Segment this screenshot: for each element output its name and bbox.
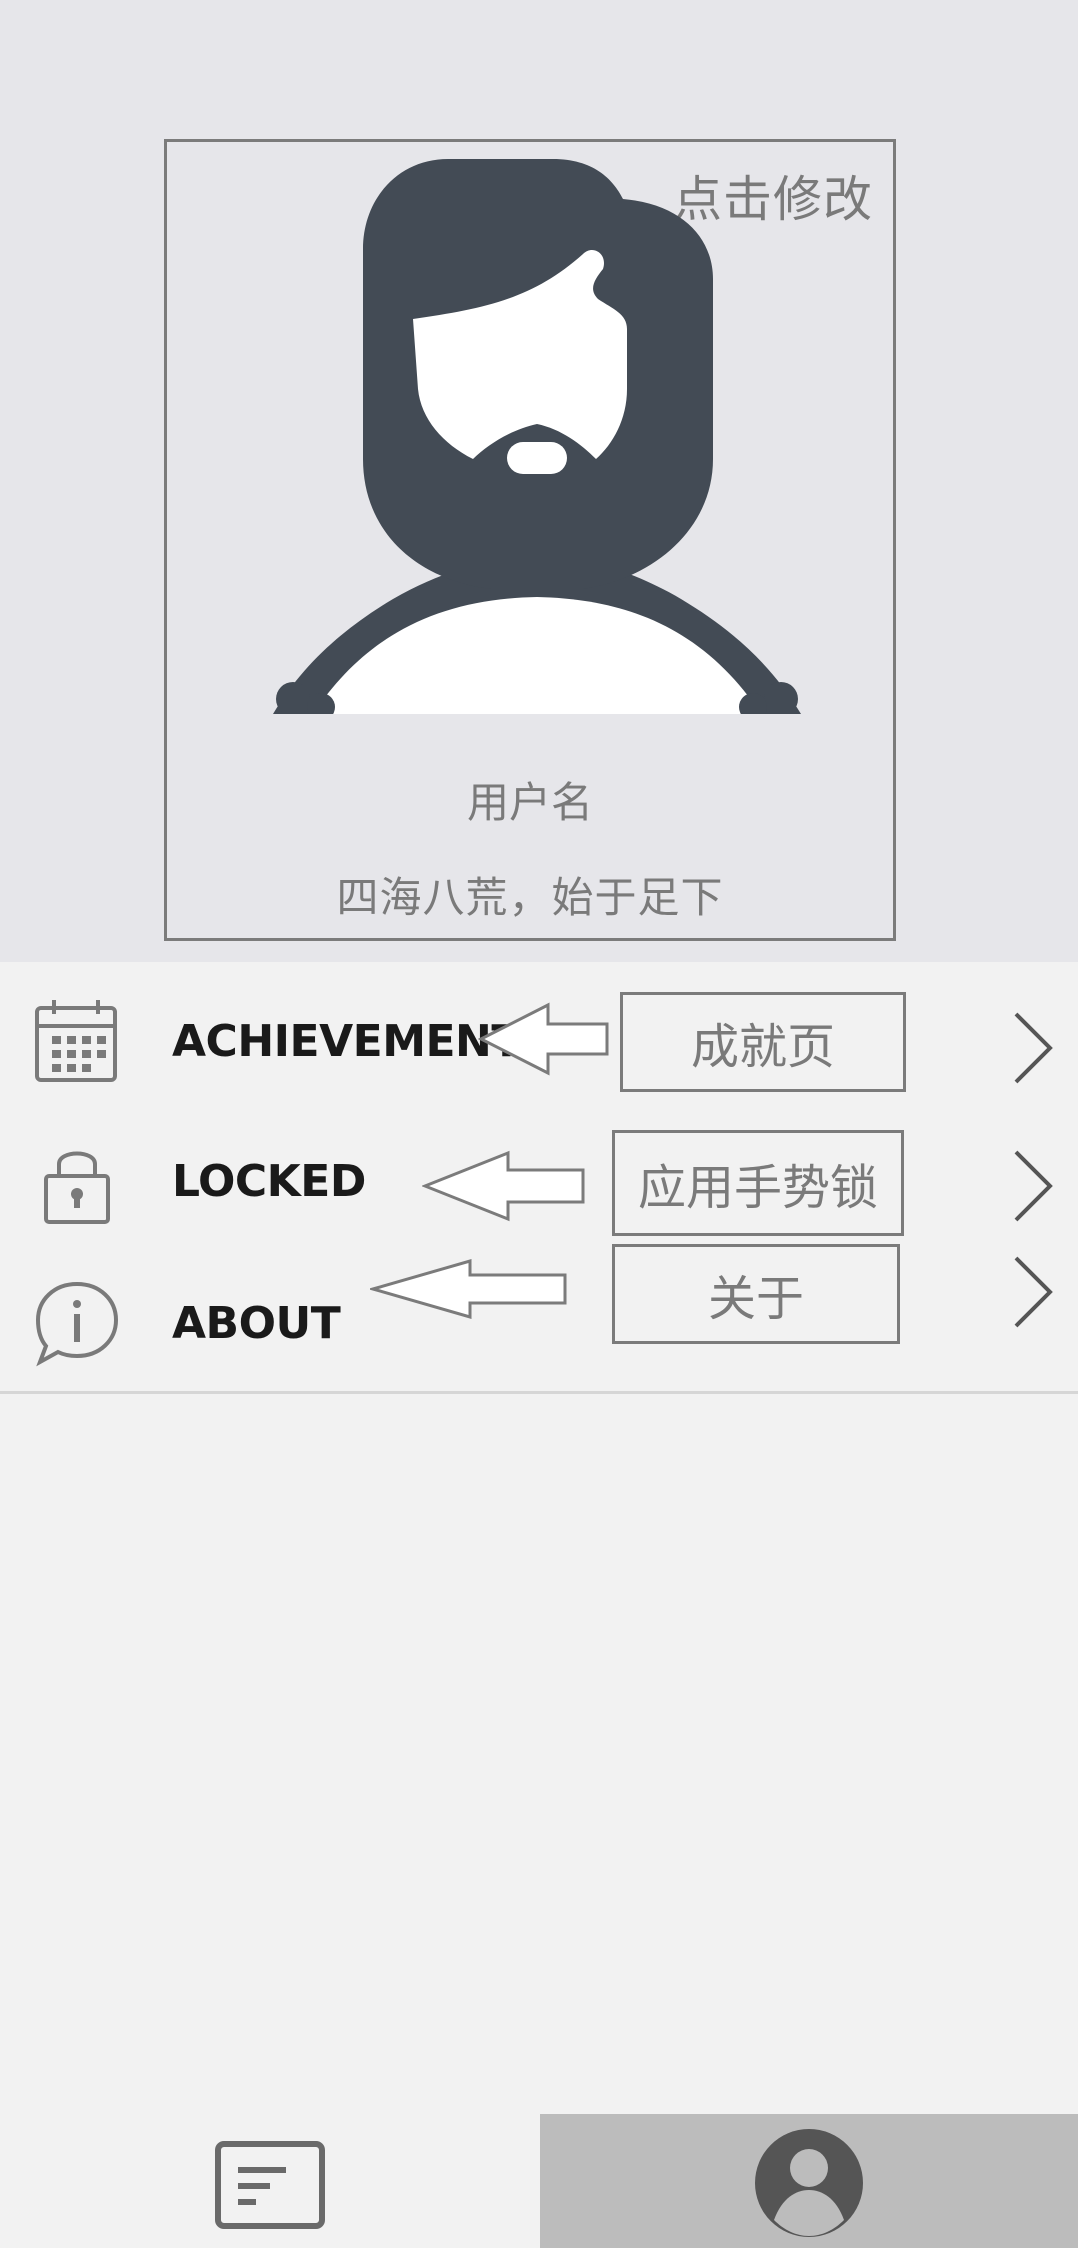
left-arrow-icon [478, 1002, 609, 1076]
menu-label-about: ABOUT [172, 1298, 341, 1349]
profile-header: 点击修改 用户名 四海八荒，始于足下 [0, 0, 1078, 962]
left-arrow-icon [422, 1150, 585, 1222]
profile-motto: 四海八荒，始于足下 [336, 873, 724, 922]
chevron-right-icon [1014, 1256, 1053, 1328]
left-arrow-icon [370, 1259, 567, 1319]
chevron-right-icon [1014, 1012, 1053, 1084]
note-locked: 应用手势锁 [612, 1130, 904, 1236]
bottom-nav [0, 2114, 1078, 2248]
menu-label-achievement: ACHIEVEMENT [172, 1016, 521, 1067]
menu-item-achievement[interactable]: ACHIEVEMENT 成就页 [0, 962, 1078, 1102]
menu-label-locked: LOCKED [172, 1156, 366, 1207]
calendar-icon [35, 1000, 117, 1082]
avatar[interactable] [263, 159, 811, 714]
menu-item-about[interactable]: ABOUT 关于 [0, 1244, 1078, 1384]
tab-profile[interactable] [540, 2114, 1078, 2248]
username-label[interactable]: 用户名 [167, 769, 893, 830]
settings-menu: ACHIEVEMENT 成就页 LOCKED 应用手势锁 ABOUT 关于 [0, 962, 1078, 1394]
profile-card[interactable]: 点击修改 用户名 四海八荒，始于足下 [164, 139, 896, 941]
tab-articles[interactable] [0, 2114, 540, 2248]
chevron-right-icon [1014, 1150, 1053, 1222]
note-achievement: 成就页 [620, 992, 906, 1092]
menu-item-locked[interactable]: LOCKED 应用手势锁 [0, 1102, 1078, 1242]
article-list-icon [215, 2141, 325, 2229]
lock-icon [44, 1151, 110, 1224]
info-chat-icon [35, 1281, 119, 1367]
note-about: 关于 [612, 1244, 900, 1344]
user-profile-icon [755, 2129, 863, 2237]
